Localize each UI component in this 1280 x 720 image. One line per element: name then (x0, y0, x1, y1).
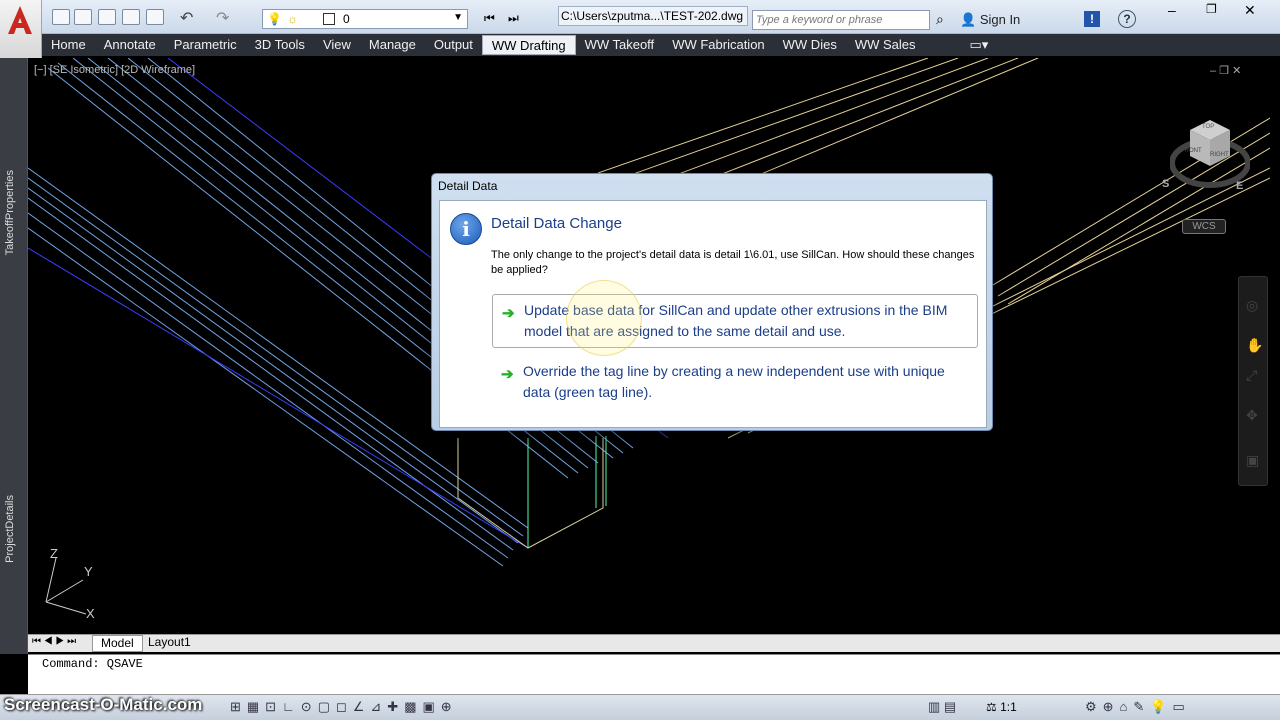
exchange-icon[interactable]: ! (1084, 11, 1100, 27)
help-icon[interactable]: ? (1118, 10, 1136, 28)
scale-icon: ⚖ (986, 700, 997, 714)
lightbulb-icon: 💡 (267, 12, 282, 26)
showmotion-icon[interactable]: ▣ (1246, 452, 1259, 469)
viewcube-front-label: FRONT (1181, 148, 1202, 154)
tab-annotate[interactable]: Annotate (95, 35, 165, 55)
redo-icon[interactable]: ↷ (216, 8, 229, 28)
zoom-icon[interactable]: ⤢ (1246, 367, 1257, 384)
takeoff-properties-palette[interactable]: TakeoffProperties (4, 170, 16, 255)
sign-in-button[interactable]: 👤 Sign In (960, 10, 1020, 30)
new-icon[interactable] (52, 9, 70, 25)
first-icon[interactable]: ⏮ (484, 11, 495, 26)
color-swatch (323, 13, 335, 25)
tab-ww-fabrication[interactable]: WW Fabrication (663, 35, 773, 55)
tab-ww-sales[interactable]: WW Sales (846, 35, 925, 55)
user-icon: 👤 (960, 12, 977, 27)
ribbon-toggle-icon[interactable]: ▭▾ (961, 35, 998, 55)
tab-model[interactable]: Model (92, 635, 143, 652)
close-icon[interactable]: ✕ (1244, 2, 1256, 19)
override-tag-line-label: Override the tag line by creating a new … (523, 363, 945, 400)
wcs-menu[interactable]: WCS (1182, 219, 1226, 234)
application-menu-button[interactable] (0, 0, 42, 60)
ucs-x-label: X (86, 606, 95, 621)
information-icon: i (450, 213, 482, 245)
compass-e-label: E (1236, 180, 1244, 192)
dialog-title: Detail Data (438, 179, 498, 193)
open-icon[interactable] (74, 9, 92, 25)
viewport-controls-label[interactable]: [−] [SE Isometric] [2D Wireframe] (34, 64, 195, 76)
layer-name: 0 (343, 12, 350, 26)
ucs-y-label: Y (84, 564, 93, 579)
navigation-bar[interactable]: ◎ ✋ ⤢ ✥ ▣ (1238, 276, 1268, 486)
pan-icon[interactable]: ✋ (1246, 337, 1263, 354)
dialog-body: i Detail Data Change The only change to … (439, 200, 987, 428)
chevron-down-icon: ▼ (453, 12, 463, 23)
undo-icon[interactable]: ↶ (180, 8, 193, 28)
tab-ww-takeoff[interactable]: WW Takeoff (576, 35, 664, 55)
save-as-icon[interactable] (122, 9, 140, 25)
tab-parametric[interactable]: Parametric (165, 35, 246, 55)
plot-icon[interactable] (146, 9, 164, 25)
override-tag-line-option[interactable]: ➔ Override the tag line by creating a ne… (492, 356, 978, 408)
annotation-scale[interactable]: ⚖ 1:1 (986, 700, 1017, 714)
tab-3d-tools[interactable]: 3D Tools (246, 35, 314, 55)
minimize-icon[interactable]: – (1168, 2, 1176, 18)
update-base-data-option[interactable]: ➔ Update base data for SillCan and updat… (492, 294, 978, 348)
tab-manage[interactable]: Manage (360, 35, 425, 55)
tab-layout1[interactable]: Layout1 (140, 635, 199, 652)
autocad-logo-icon (8, 6, 32, 34)
scale-value: 1:1 (1000, 700, 1017, 714)
document-title: C:\Users\zputma...\TEST-202.dwg (558, 6, 748, 26)
layout-nav-icon[interactable]: ⏮ ◀ ▶ ⏭ (32, 636, 76, 647)
tab-ww-drafting[interactable]: WW Drafting (481, 35, 576, 55)
viewcube-top-label: TOP (1202, 124, 1215, 130)
project-details-palette[interactable]: ProjectDetails (4, 495, 16, 563)
ribbon-tabs: Home Annotate Parametric 3D Tools View M… (42, 34, 1280, 56)
green-arrow-icon: ➔ (501, 366, 514, 383)
status-tools-icon[interactable]: ⚙⊕⌂✎💡▭ (1085, 699, 1191, 715)
drafting-toggles-icon[interactable]: ⊞▦⊡∟⊙▢◻∠⊿✚▩▣⊕ (230, 699, 458, 715)
sign-in-label: Sign In (979, 12, 1021, 27)
tab-view[interactable]: View (314, 35, 360, 55)
green-arrow-icon: ➔ (502, 305, 515, 322)
binoculars-icon[interactable]: ⌕ (936, 11, 944, 28)
compass-s-label: S (1162, 178, 1170, 190)
layer-select[interactable]: 💡 ☼ 0 ▼ (262, 9, 468, 29)
watermark: Screencast-O-Matic.com (4, 695, 203, 714)
layout-tabs-bar: ⏮ ◀ ▶ ⏭ Model Layout1 (28, 634, 1280, 652)
tab-ww-dies[interactable]: WW Dies (774, 35, 846, 55)
maximize-icon[interactable]: ❐ (1206, 2, 1217, 16)
sun-icon: ☼ (287, 12, 298, 26)
ucs-z-label: Z (50, 546, 58, 561)
search-input[interactable]: Type a keyword or phrase (752, 10, 930, 30)
viewport-window-controls-icon[interactable]: – ❐ ✕ (1210, 64, 1241, 77)
dialog-content: The only change to the project's detail … (491, 249, 975, 276)
main-instruction: Detail Data Change (491, 215, 622, 232)
orbit-icon[interactable]: ✥ (1246, 407, 1258, 424)
command-line[interactable]: Command: QSAVE (28, 654, 1280, 694)
viewcube-right-label: RIGHT (1210, 152, 1229, 158)
next-icon[interactable]: ⏭ (508, 11, 519, 26)
steering-wheel-icon[interactable]: ◎ (1246, 297, 1258, 314)
palette-strip (0, 58, 28, 654)
command-history: Command: QSAVE (42, 657, 143, 671)
tab-output[interactable]: Output (425, 35, 482, 55)
cursor-highlight (566, 280, 642, 356)
tab-home[interactable]: Home (42, 35, 95, 55)
detail-data-dialog: Detail Data i Detail Data Change The onl… (431, 173, 993, 431)
save-icon[interactable] (98, 9, 116, 25)
model-space-icon[interactable]: ▥ ▤ (928, 699, 956, 715)
